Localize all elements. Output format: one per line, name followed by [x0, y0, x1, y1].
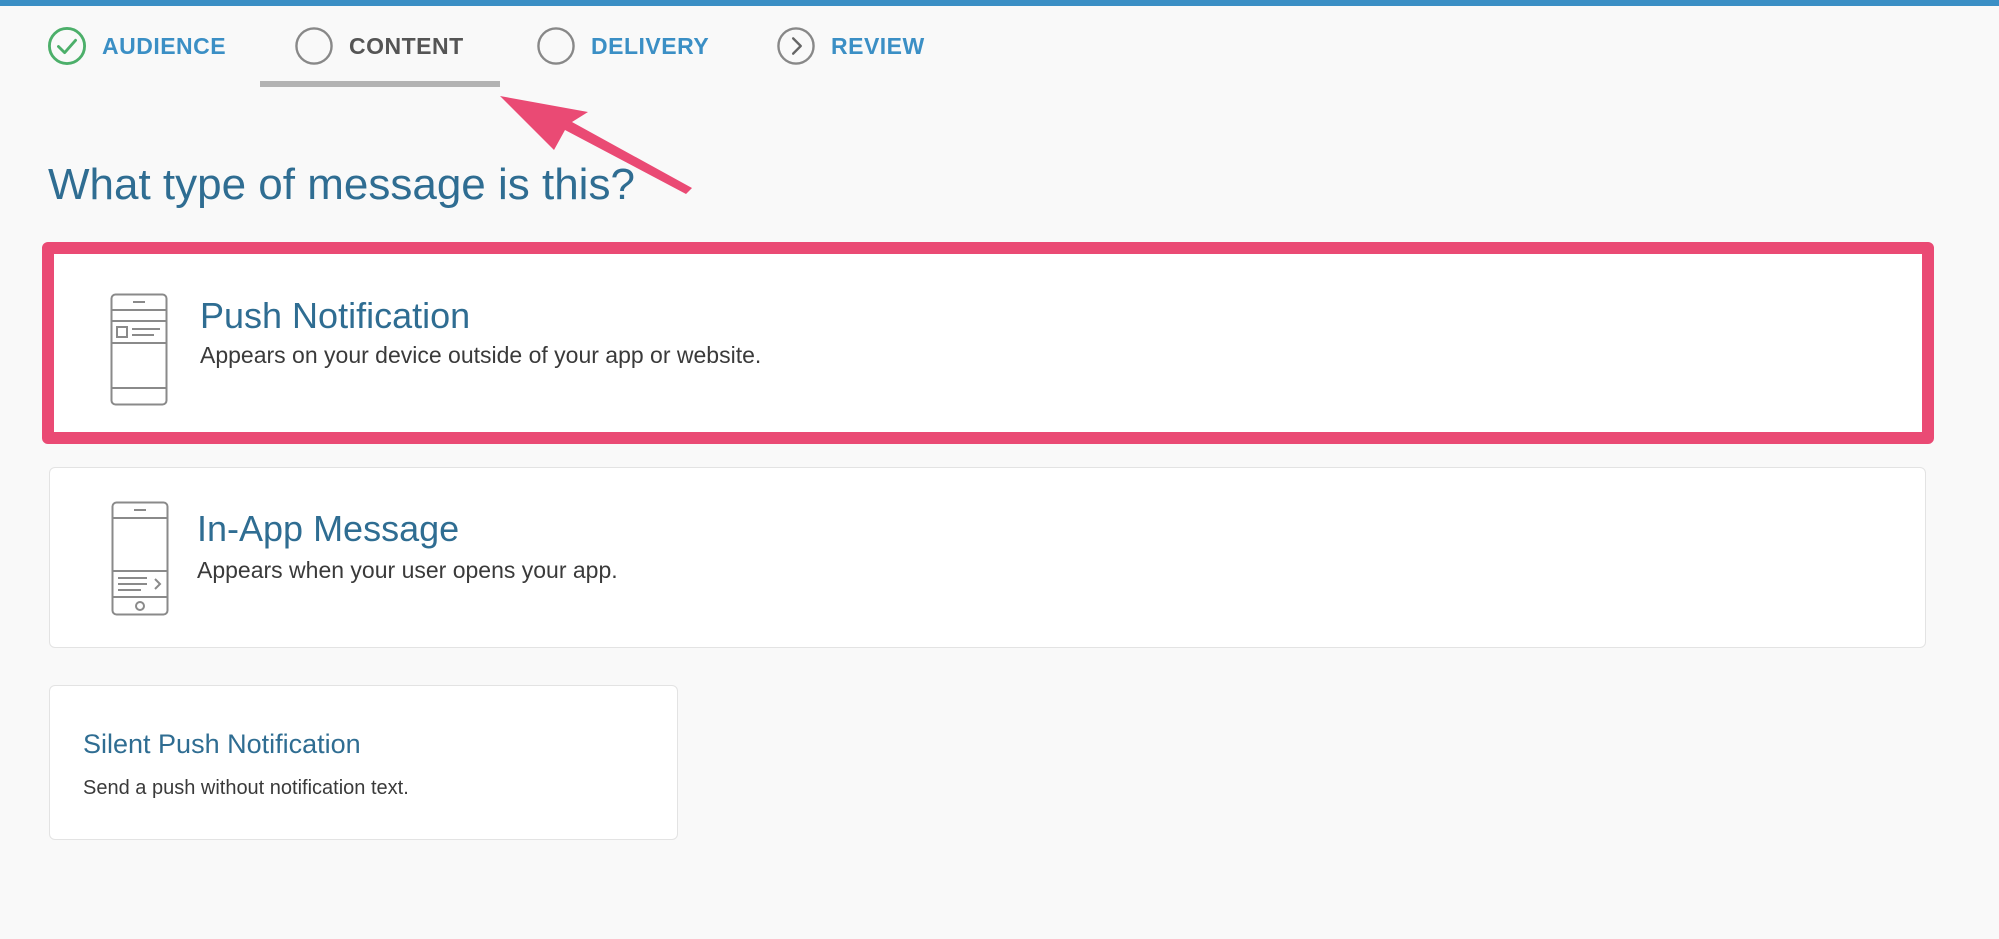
check-circle-icon — [48, 27, 86, 65]
option-silent-push-notification[interactable]: Silent Push Notification Send a push wit… — [49, 685, 678, 840]
option-in-app-message[interactable]: In-App Message Appears when your user op… — [49, 467, 1926, 648]
empty-circle-icon — [295, 27, 333, 65]
step-review[interactable]: REVIEW — [777, 22, 925, 70]
step-delivery[interactable]: DELIVERY — [537, 22, 709, 70]
chevron-right-circle-icon — [777, 27, 815, 65]
wizard-steps: AUDIENCE CONTENT DELIVERY REVIEW — [0, 6, 1999, 87]
option-title: Push Notification — [200, 295, 471, 336]
step-audience-label: AUDIENCE — [102, 32, 227, 59]
phone-in-app-icon — [111, 501, 171, 622]
step-content-label: CONTENT — [349, 32, 464, 59]
option-description: Appears when your user opens your app. — [197, 557, 618, 583]
option-description: Appears on your device outside of your a… — [200, 342, 762, 368]
empty-circle-icon — [537, 27, 575, 65]
step-content[interactable]: CONTENT — [295, 22, 464, 70]
step-delivery-label: DELIVERY — [591, 32, 710, 59]
option-title: Silent Push Notification — [83, 729, 361, 759]
active-step-indicator — [260, 81, 500, 87]
option-title: In-App Message — [197, 508, 460, 549]
step-review-label: REVIEW — [831, 32, 925, 59]
option-push-notification[interactable]: Push Notification Appears on your device… — [42, 242, 1934, 444]
phone-push-icon — [110, 293, 170, 412]
option-description: Send a push without notification text. — [83, 777, 409, 799]
page-title: What type of message is this? — [48, 160, 635, 209]
step-audience[interactable]: AUDIENCE — [48, 22, 226, 70]
